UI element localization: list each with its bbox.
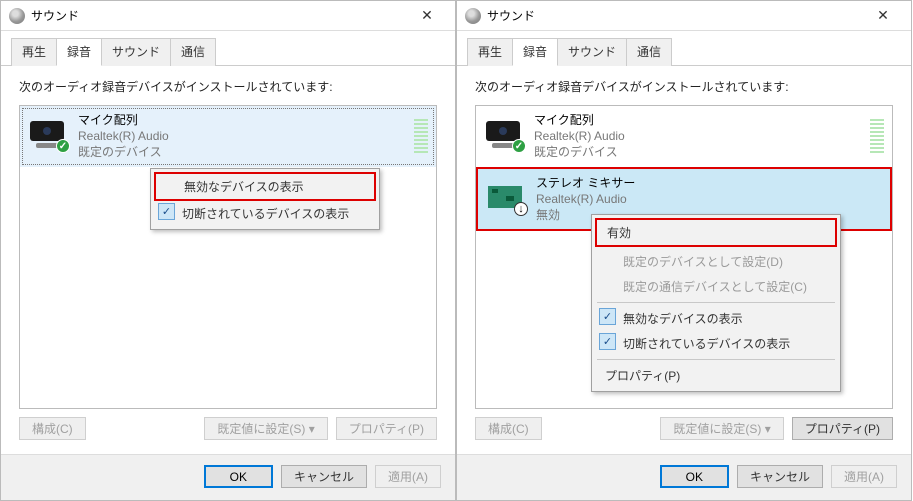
configure-button: 構成(C) [19, 417, 86, 440]
sound-icon [9, 8, 25, 24]
device-driver: Realtek(R) Audio [536, 191, 882, 207]
tab-playback[interactable]: 再生 [467, 38, 513, 66]
close-icon: ✕ [877, 7, 889, 24]
apply-button: 適用(A) [375, 465, 441, 488]
device-text: マイク配列 Realtek(R) Audio 既定のデバイス [534, 112, 864, 161]
properties-button[interactable]: プロパティ(P) [792, 417, 893, 440]
close-button[interactable]: ✕ [863, 2, 903, 30]
check-icon: ✓ [158, 203, 175, 220]
level-meter-icon [414, 119, 428, 153]
device-status: 既定のデバイス [78, 144, 408, 160]
ctx-label: 切断されているデバイスの表示 [623, 337, 790, 351]
tab-recording[interactable]: 録音 [56, 38, 102, 66]
cancel-button[interactable]: キャンセル [737, 465, 823, 488]
ctx-label: 無効なデバイスの表示 [184, 180, 304, 194]
tab-strip: 再生 録音 サウンド 通信 [457, 31, 911, 66]
ctx-show-disconnected-devices[interactable]: ✓ 切断されているデバイスの表示 [595, 331, 837, 356]
separator [597, 302, 835, 303]
instruction-text: 次のオーディオ録音デバイスがインストールされています: [19, 78, 437, 95]
close-icon: ✕ [421, 7, 433, 24]
device-status: 既定のデバイス [534, 144, 864, 160]
ctx-label: 切断されているデバイスの表示 [182, 207, 349, 221]
ctx-show-disabled-devices[interactable]: 無効なデバイスの表示 [154, 172, 376, 201]
ok-button[interactable]: OK [204, 465, 273, 488]
device-name: マイク配列 [78, 112, 408, 128]
ctx-set-default-device: 既定のデバイスとして設定(D) [595, 249, 837, 274]
device-mic-array[interactable]: ✓ マイク配列 Realtek(R) Audio 既定のデバイス [476, 106, 892, 167]
tab-communications[interactable]: 通信 [170, 38, 216, 66]
down-arrow-icon: ↓ [514, 202, 528, 216]
sound-dialog-right: サウンド ✕ 再生 録音 サウンド 通信 次のオーディオ録音デバイスがインストー… [456, 0, 912, 501]
chevron-down-icon: ▾ [309, 422, 315, 436]
check-icon: ✓ [56, 139, 70, 153]
tab-strip: 再生 録音 サウンド 通信 [1, 31, 455, 66]
ctx-enable[interactable]: 有効 [595, 218, 837, 247]
chevron-down-icon: ▾ [765, 422, 771, 436]
context-menu: 有効 既定のデバイスとして設定(D) 既定の通信デバイスとして設定(C) ✓ 無… [591, 214, 841, 392]
mic-device-icon: ✓ [484, 119, 526, 153]
device-name: マイク配列 [534, 112, 864, 128]
ctx-show-disabled-devices[interactable]: ✓ 無効なデバイスの表示 [595, 306, 837, 331]
ctx-label: プロパティ(P) [605, 369, 680, 383]
device-text: マイク配列 Realtek(R) Audio 既定のデバイス [78, 112, 408, 161]
separator [597, 359, 835, 360]
ctx-properties[interactable]: プロパティ(P) [595, 363, 837, 388]
device-buttons: 構成(C) 既定値に設定(S) ▾ プロパティ(P) [475, 409, 893, 446]
device-buttons: 構成(C) 既定値に設定(S) ▾ プロパティ(P) [19, 409, 437, 446]
dialog-footer: OK キャンセル 適用(A) [457, 454, 911, 500]
set-default-button: 既定値に設定(S) ▾ [204, 417, 327, 440]
mic-device-icon: ✓ [28, 119, 70, 153]
device-mic-array[interactable]: ✓ マイク配列 Realtek(R) Audio 既定のデバイス [20, 106, 436, 167]
ctx-label: 既定の通信デバイスとして設定(C) [623, 280, 807, 294]
tab-body: 次のオーディオ録音デバイスがインストールされています: ✓ マイク配列 Real… [1, 66, 455, 454]
ok-button[interactable]: OK [660, 465, 729, 488]
set-default-button: 既定値に設定(S) ▾ [660, 417, 783, 440]
ctx-label: 既定のデバイスとして設定(D) [623, 255, 783, 269]
titlebar: サウンド ✕ [1, 1, 455, 31]
context-menu: 無効なデバイスの表示 ✓ 切断されているデバイスの表示 [150, 168, 380, 230]
device-driver: Realtek(R) Audio [78, 128, 408, 144]
device-list[interactable]: ✓ マイク配列 Realtek(R) Audio 既定のデバイス 無効なデバイス… [19, 105, 437, 409]
mixer-device-icon: ↓ [486, 182, 528, 216]
check-icon: ✓ [599, 333, 616, 350]
window-title: サウンド [487, 7, 863, 24]
titlebar: サウンド ✕ [457, 1, 911, 31]
ctx-set-default-comm-device: 既定の通信デバイスとして設定(C) [595, 274, 837, 299]
configure-button: 構成(C) [475, 417, 542, 440]
device-name: ステレオ ミキサー [536, 175, 882, 191]
cancel-button[interactable]: キャンセル [281, 465, 367, 488]
ctx-show-disconnected-devices[interactable]: ✓ 切断されているデバイスの表示 [154, 201, 376, 226]
dialog-footer: OK キャンセル 適用(A) [1, 454, 455, 500]
tab-body: 次のオーディオ録音デバイスがインストールされています: ✓ マイク配列 Real… [457, 66, 911, 454]
instruction-text: 次のオーディオ録音デバイスがインストールされています: [475, 78, 893, 95]
tab-communications[interactable]: 通信 [626, 38, 672, 66]
level-meter-icon [870, 119, 884, 153]
ctx-label: 無効なデバイスの表示 [623, 312, 743, 326]
tab-sounds[interactable]: サウンド [557, 38, 627, 66]
properties-button: プロパティ(P) [336, 417, 437, 440]
apply-button: 適用(A) [831, 465, 897, 488]
tab-playback[interactable]: 再生 [11, 38, 57, 66]
sound-icon [465, 8, 481, 24]
check-icon: ✓ [512, 139, 526, 153]
check-icon: ✓ [599, 308, 616, 325]
close-button[interactable]: ✕ [407, 2, 447, 30]
tab-sounds[interactable]: サウンド [101, 38, 171, 66]
ctx-label: 有効 [607, 226, 631, 240]
device-list[interactable]: ✓ マイク配列 Realtek(R) Audio 既定のデバイス ↓ ステレオ … [475, 105, 893, 409]
tab-recording[interactable]: 録音 [512, 38, 558, 66]
device-driver: Realtek(R) Audio [534, 128, 864, 144]
window-title: サウンド [31, 7, 407, 24]
sound-dialog-left: サウンド ✕ 再生 録音 サウンド 通信 次のオーディオ録音デバイスがインストー… [0, 0, 456, 501]
